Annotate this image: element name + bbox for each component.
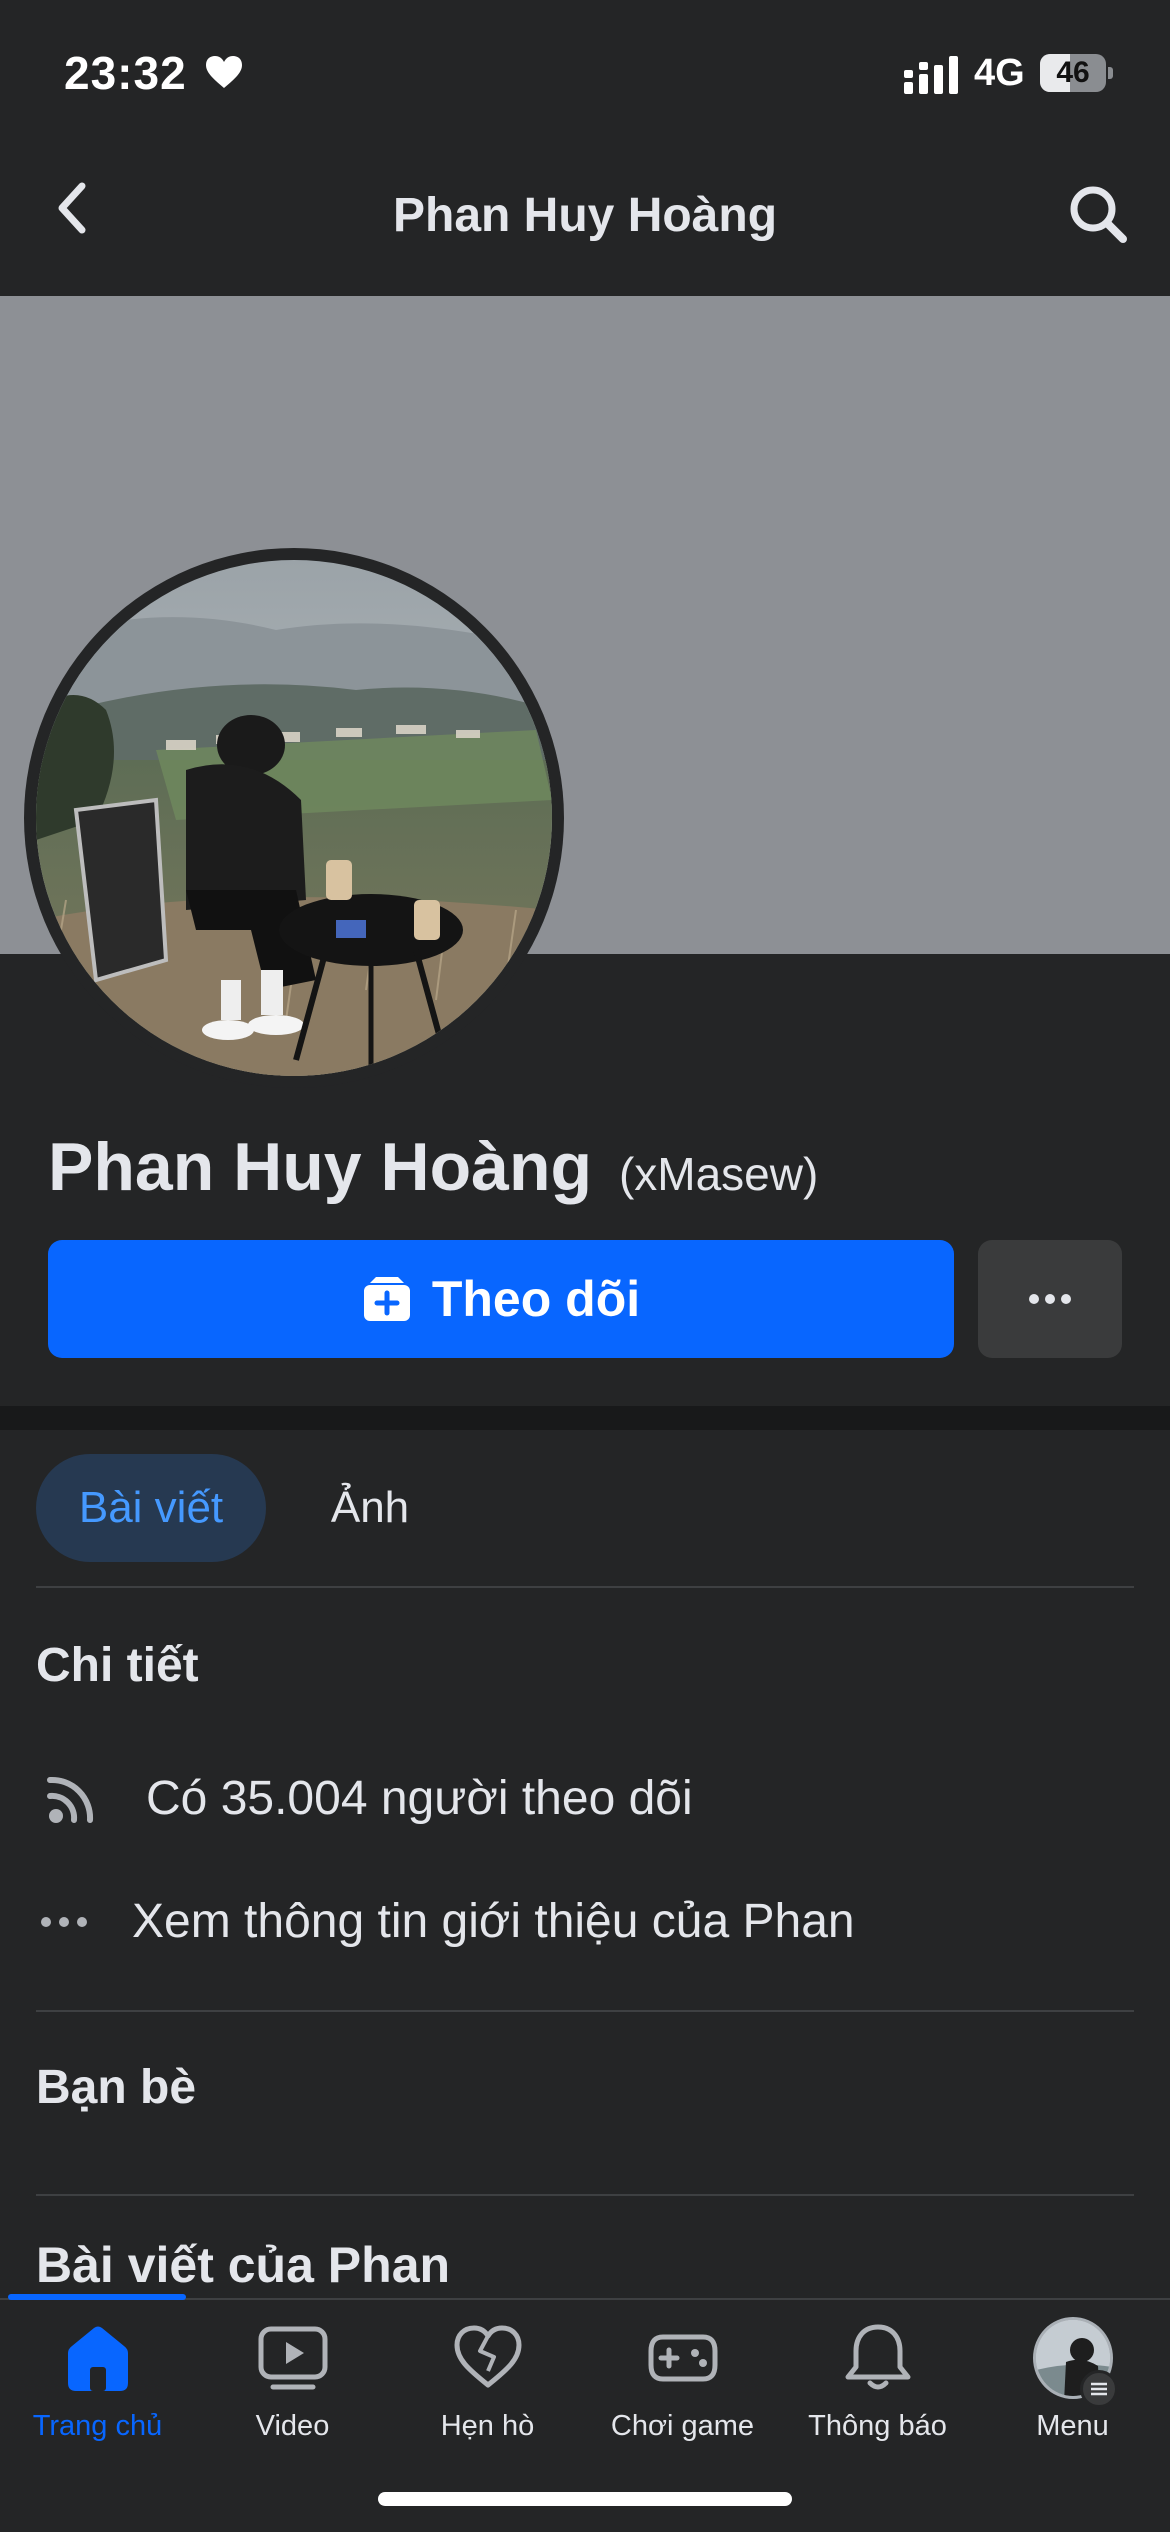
- back-button[interactable]: [40, 170, 104, 246]
- tab-label: Trang chủ: [32, 2410, 163, 2442]
- more-dots-icon: [1029, 1294, 1071, 1304]
- status-time: 23:32: [64, 47, 187, 99]
- divider: [36, 2010, 1134, 2012]
- tab-video[interactable]: Video: [195, 2318, 390, 2458]
- search-icon: [1070, 186, 1127, 243]
- menu-badge: [1080, 2370, 1118, 2408]
- posts-heading: Bài viết của Phan: [36, 2236, 1134, 2298]
- follow-icon: [363, 1277, 410, 1321]
- network-label: 4G: [974, 52, 1025, 94]
- tab-notifications[interactable]: Thông báo: [780, 2318, 975, 2458]
- home-indicator: [378, 2492, 792, 2506]
- status-bar: 23:32 4G 46: [0, 0, 1170, 140]
- hamburger-icon: [1091, 2382, 1107, 2396]
- profile-name-text: Phan Huy Hoàng: [48, 1129, 593, 1205]
- tab-dating[interactable]: Hẹn hò: [390, 2318, 585, 2458]
- details-heading: Chi tiết: [36, 1639, 199, 1692]
- bell-icon: [845, 2324, 910, 2390]
- follow-button[interactable]: Theo dõi: [48, 1240, 954, 1358]
- posts-heading-text: Bài viết của Phan: [36, 2237, 451, 2293]
- nav-header: Phan Huy Hoàng: [0, 140, 1170, 296]
- search-button[interactable]: [1060, 176, 1136, 252]
- section-separator: [0, 1406, 1170, 1430]
- tab-label: Menu: [1036, 2410, 1109, 2442]
- tab-gaming[interactable]: Chơi game: [585, 2318, 780, 2458]
- avatar-image: [36, 560, 552, 1076]
- more-options-button[interactable]: [978, 1240, 1122, 1358]
- more-dots-icon: [41, 1916, 87, 1927]
- tab-menu[interactable]: Menu: [975, 2317, 1170, 2458]
- chevron-left-icon: [58, 182, 86, 234]
- followers-count: Có 35.004 người theo dõi: [146, 1771, 693, 1825]
- tab-label: Video: [255, 2410, 330, 2442]
- tab-label: Hẹn hò: [440, 2410, 535, 2442]
- dating-heart-icon: [454, 2325, 521, 2388]
- battery-level: 46: [1056, 56, 1090, 89]
- profile-avatar[interactable]: [36, 560, 552, 1076]
- battery-indicator: 46: [1040, 54, 1113, 92]
- tab-photos[interactable]: Ảnh: [300, 1454, 440, 1562]
- heart-icon: [206, 56, 242, 88]
- about-link: Xem thông tin giới thiệu của Phan: [132, 1895, 855, 1948]
- followers-row[interactable]: Có 35.004 người theo dõi: [36, 1768, 693, 1828]
- friends-heading: Bạn bè: [36, 2061, 197, 2114]
- page-title: Phan Huy Hoàng: [392, 189, 778, 242]
- rss-feed-icon: [47, 1776, 94, 1823]
- active-tab-indicator: [8, 2294, 186, 2300]
- divider: [36, 1586, 1134, 1588]
- video-icon: [258, 2326, 327, 2390]
- tab-posts[interactable]: Bài viết: [36, 1454, 266, 1562]
- tab-label: Thông báo: [808, 2410, 947, 2442]
- home-icon: [67, 2326, 128, 2391]
- profile-name: Phan Huy Hoàng (xMasew): [48, 1128, 818, 1206]
- tab-home[interactable]: Trang chủ: [0, 2318, 195, 2458]
- follow-label: Theo dõi: [431, 1271, 641, 1327]
- tab-label: Chơi game: [610, 2410, 755, 2442]
- gaming-icon: [648, 2334, 717, 2382]
- divider: [36, 2194, 1134, 2196]
- profile-page: 23:32 4G 46 Phan Huy Hoàng Phan Huy Hoàn…: [0, 0, 1170, 2532]
- profile-alias: (xMasew): [618, 1148, 819, 1200]
- signal-icon: [904, 56, 958, 94]
- about-row[interactable]: Xem thông tin giới thiệu của Phan: [36, 1894, 855, 1949]
